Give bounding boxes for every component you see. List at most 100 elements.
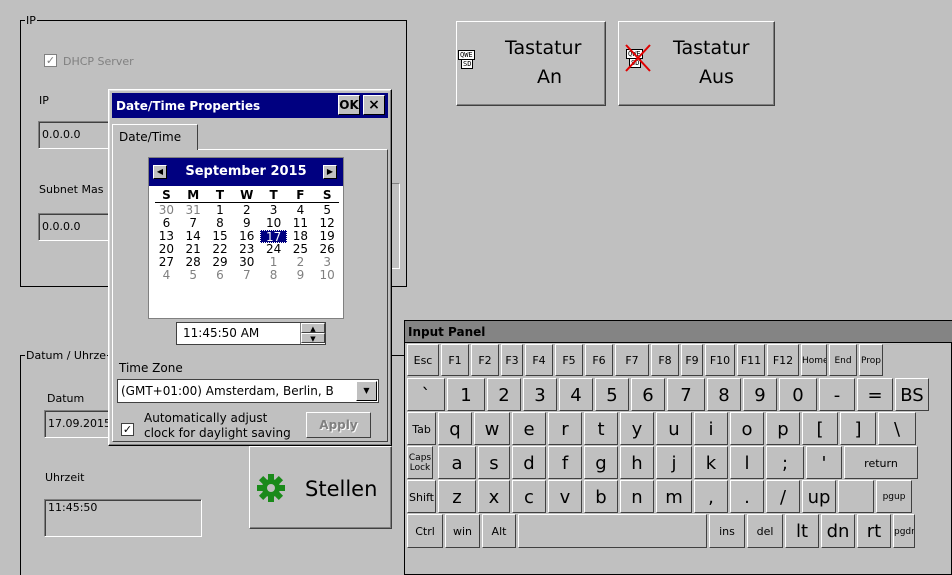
keyboard-on-button[interactable]: QWE SD Tastatur An bbox=[456, 21, 606, 106]
key-prop[interactable]: Prop bbox=[859, 344, 883, 376]
keyboard-off-button[interactable]: QWE SD Tastatur Aus bbox=[618, 21, 775, 106]
key-pgdn[interactable]: pgdn bbox=[893, 514, 915, 548]
key-6[interactable]: 6 bbox=[631, 378, 665, 411]
key-left-bracket[interactable]: [ bbox=[802, 412, 838, 445]
key-8[interactable]: 8 bbox=[707, 378, 741, 411]
calendar-day[interactable]: 9 bbox=[287, 269, 314, 282]
key-9[interactable]: 9 bbox=[743, 378, 777, 411]
key-c[interactable]: c bbox=[512, 480, 546, 513]
key-semicolon[interactable]: ; bbox=[766, 446, 804, 479]
key-period[interactable]: . bbox=[730, 480, 764, 513]
key-p[interactable]: p bbox=[766, 412, 800, 445]
key-b[interactable]: b bbox=[584, 480, 618, 513]
calendar-day[interactable]: 8 bbox=[260, 269, 287, 282]
dst-checkbox[interactable]: ✓ bbox=[121, 423, 134, 436]
key-backslash[interactable]: \ bbox=[878, 412, 916, 445]
key-space[interactable] bbox=[838, 480, 874, 513]
key-r[interactable]: r bbox=[548, 412, 582, 445]
key-4[interactable]: 4 bbox=[559, 378, 593, 411]
key-slash[interactable]: / bbox=[766, 480, 800, 513]
key-tab[interactable]: Tab bbox=[407, 412, 436, 445]
prev-month-button[interactable]: ◀ bbox=[153, 165, 167, 179]
key-n[interactable]: n bbox=[620, 480, 654, 513]
time-spinner[interactable]: ▲ ▼ bbox=[300, 323, 325, 344]
key-backtick[interactable]: ` bbox=[407, 378, 445, 411]
key-bs[interactable]: BS bbox=[895, 378, 929, 411]
key-minus[interactable]: - bbox=[819, 378, 855, 411]
key-u[interactable]: u bbox=[656, 412, 692, 445]
key-caps-lock[interactable]: Caps Lock bbox=[407, 446, 433, 479]
date-field[interactable]: 17.09.2015 bbox=[44, 410, 110, 438]
key-z[interactable]: z bbox=[438, 480, 476, 513]
key-end[interactable]: End bbox=[829, 344, 857, 376]
key-i[interactable]: i bbox=[694, 412, 728, 445]
subnet-field[interactable]: 0.0.0.0 bbox=[38, 213, 110, 241]
spin-up-button[interactable]: ▲ bbox=[301, 323, 325, 333]
key-q[interactable]: q bbox=[438, 412, 472, 445]
key-esc[interactable]: Esc bbox=[407, 344, 439, 376]
calendar-day[interactable]: 7 bbox=[233, 269, 260, 282]
key-3[interactable]: 3 bbox=[523, 378, 557, 411]
calendar-day[interactable]: 10 bbox=[314, 269, 341, 282]
key-f2[interactable]: F2 bbox=[471, 344, 499, 376]
key-f6[interactable]: F6 bbox=[585, 344, 613, 376]
timezone-dropdown-button[interactable]: ▼ bbox=[356, 381, 377, 401]
key-shift[interactable]: Shift bbox=[407, 480, 436, 513]
key-f[interactable]: f bbox=[548, 446, 582, 479]
key-f4[interactable]: F4 bbox=[525, 344, 553, 376]
key-f7[interactable]: F7 bbox=[615, 344, 649, 376]
key-x[interactable]: x bbox=[478, 480, 510, 513]
key-comma[interactable]: , bbox=[694, 480, 728, 513]
key-dn[interactable]: dn bbox=[821, 514, 855, 548]
key-home[interactable]: Home bbox=[801, 344, 827, 376]
key-v[interactable]: v bbox=[548, 480, 582, 513]
key-w[interactable]: w bbox=[474, 412, 510, 445]
key-win[interactable]: win bbox=[445, 514, 480, 548]
key-return[interactable]: return bbox=[844, 446, 918, 479]
key-k[interactable]: k bbox=[694, 446, 728, 479]
input-panel-titlebar[interactable]: Input Panel bbox=[405, 321, 952, 343]
key-space[interactable] bbox=[518, 514, 707, 548]
ip-field[interactable]: 0.0.0.0 bbox=[38, 121, 110, 149]
key-ins[interactable]: ins bbox=[709, 514, 745, 548]
ok-button[interactable]: OK bbox=[338, 95, 360, 115]
key-g[interactable]: g bbox=[584, 446, 618, 479]
key-f5[interactable]: F5 bbox=[555, 344, 583, 376]
dhcp-checkbox[interactable]: ✓ bbox=[44, 54, 57, 67]
key-2[interactable]: 2 bbox=[487, 378, 521, 411]
key-f3[interactable]: F3 bbox=[501, 344, 523, 376]
key-h[interactable]: h bbox=[620, 446, 654, 479]
spin-down-button[interactable]: ▼ bbox=[301, 333, 325, 343]
key-alt[interactable]: Alt bbox=[482, 514, 516, 548]
key-s[interactable]: s bbox=[478, 446, 510, 479]
calendar-day[interactable]: 5 bbox=[180, 269, 207, 282]
apply-button[interactable]: Apply bbox=[306, 412, 371, 438]
key-equals[interactable]: = bbox=[857, 378, 893, 411]
key-o[interactable]: o bbox=[730, 412, 764, 445]
key-a[interactable]: a bbox=[438, 446, 476, 479]
timezone-select[interactable]: (GMT+01:00) Amsterdam, Berlin, B bbox=[117, 379, 379, 403]
key-f1[interactable]: F1 bbox=[441, 344, 469, 376]
key-m[interactable]: m bbox=[656, 480, 692, 513]
key-f12[interactable]: F12 bbox=[767, 344, 799, 376]
calendar[interactable]: ◀ September 2015 ▶ S M T W T F S 30 31 1 2 3… bbox=[148, 157, 344, 319]
key-up[interactable]: up bbox=[802, 480, 836, 513]
key-l[interactable]: l bbox=[730, 446, 764, 479]
key-f8[interactable]: F8 bbox=[651, 344, 679, 376]
key-0[interactable]: 0 bbox=[779, 378, 817, 411]
key-f9[interactable]: F9 bbox=[681, 344, 703, 376]
key-rt[interactable]: rt bbox=[857, 514, 891, 548]
calendar-day[interactable]: 6 bbox=[207, 269, 234, 282]
key-f11[interactable]: F11 bbox=[737, 344, 765, 376]
dialog-titlebar[interactable]: Date/Time Properties OK × bbox=[112, 93, 388, 118]
key-y[interactable]: y bbox=[620, 412, 654, 445]
calendar-day[interactable]: 10 bbox=[260, 217, 287, 230]
calendar-day[interactable]: 4 bbox=[153, 269, 180, 282]
next-month-button[interactable]: ▶ bbox=[323, 165, 337, 179]
time-field[interactable]: 11:45:50 bbox=[44, 499, 202, 537]
key-j[interactable]: j bbox=[656, 446, 692, 479]
key-7[interactable]: 7 bbox=[667, 378, 705, 411]
key-ctrl[interactable]: Ctrl bbox=[407, 514, 443, 548]
key-pgup[interactable]: pgup bbox=[876, 480, 912, 513]
key-del[interactable]: del bbox=[747, 514, 783, 548]
